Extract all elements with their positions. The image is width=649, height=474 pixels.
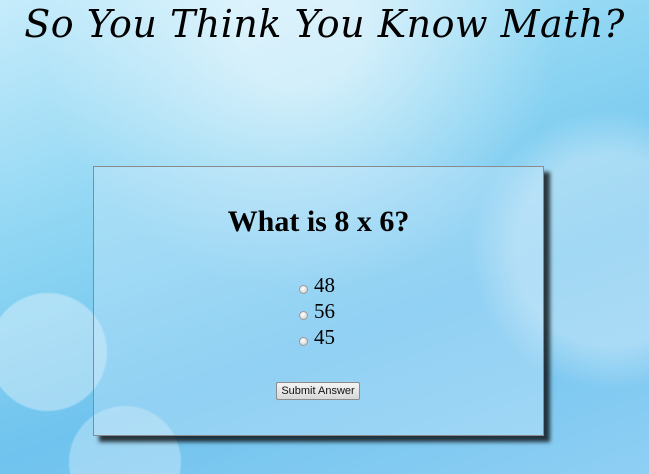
answer-option-56[interactable]: 56 — [299, 298, 335, 324]
quiz-panel: What is 8 x 6? 48 56 45 Submit Answer — [93, 166, 544, 436]
page-title: So You Think You Know Math? — [24, 2, 625, 46]
answer-label: 48 — [314, 272, 335, 297]
answer-option-45[interactable]: 45 — [299, 324, 335, 350]
submit-answer-button[interactable]: Submit Answer — [276, 382, 360, 400]
answer-label: 56 — [314, 298, 335, 323]
answer-option-48[interactable]: 48 — [299, 272, 335, 298]
radio-button[interactable] — [299, 284, 308, 294]
radio-button[interactable] — [299, 310, 308, 320]
answer-options: 48 56 45 — [299, 272, 335, 350]
radio-button[interactable] — [299, 336, 308, 346]
answer-label: 45 — [314, 324, 335, 349]
question-text: What is 8 x 6? — [227, 205, 410, 238]
